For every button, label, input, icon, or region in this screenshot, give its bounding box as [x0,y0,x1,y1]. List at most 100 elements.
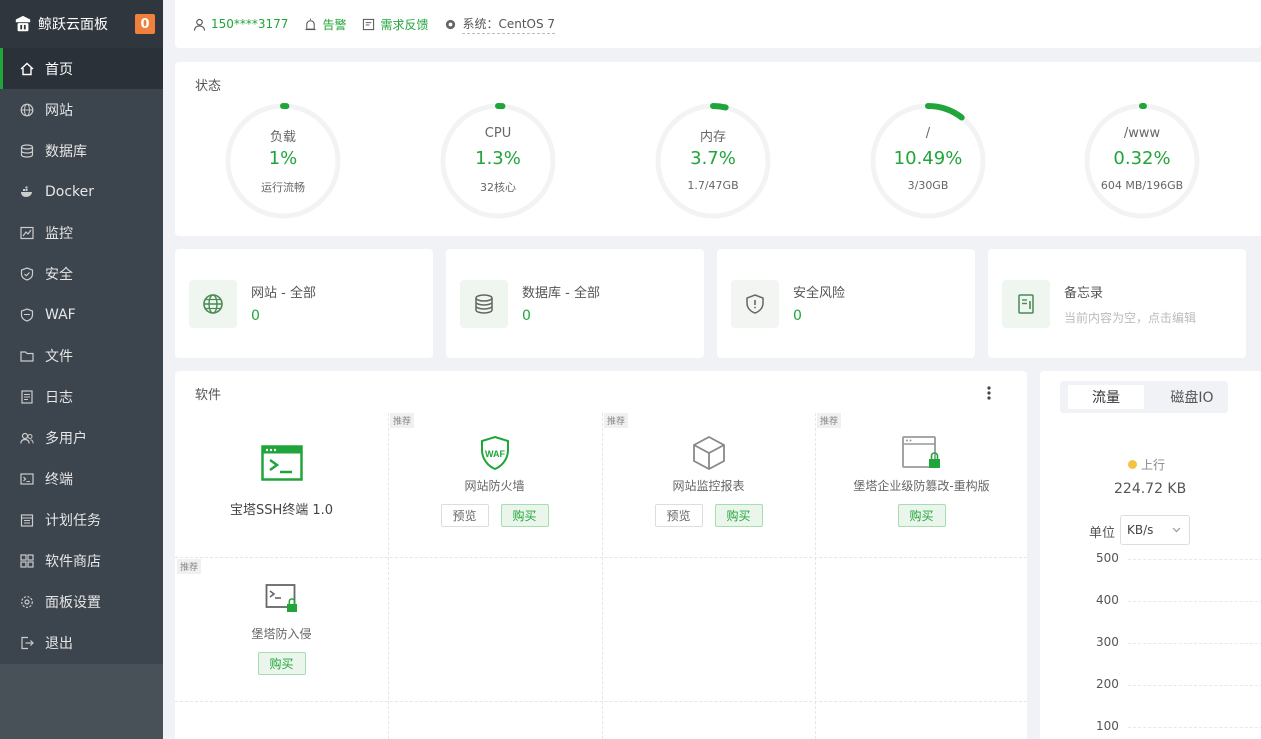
system-gear-icon [446,19,456,29]
sidebar-item-home[interactable]: 首页 [0,48,163,89]
preview-button[interactable]: 预览 [440,504,489,527]
preview-button[interactable]: 预览 [654,504,703,527]
user-account[interactable]: 150****3177 [193,17,288,31]
sidebar-item-label: 多用户 [45,430,87,447]
sidebar-item-users[interactable]: 多用户 [0,417,163,458]
tab-traffic[interactable]: 流量 [1068,385,1144,409]
card-count[interactable]: 0 [522,308,531,324]
grid-line [1128,727,1261,728]
gauge-sub: 3/30GB [907,179,949,192]
sidebar-item-label: 终端 [45,471,73,488]
folder-icon [20,349,34,363]
chevron-down-icon [1172,527,1181,533]
software-name: 堡塔防入侵 [251,627,312,641]
gauge-load[interactable]: 负载 1% 运行流畅 [224,102,342,220]
system-info: 系统：CentOS 7 [444,15,556,34]
sidebar-item-label: 数据库 [45,143,87,160]
sidebar-item-logout[interactable]: 退出 [0,622,163,663]
sidebar-item-waf[interactable]: WAF [0,294,163,335]
legend-upload[interactable]: 上行 [1128,456,1165,473]
terminal-window-icon [260,445,303,481]
alarm-icon [305,17,317,30]
system-label: 系统：CentOS 7 [462,15,556,34]
gauge-root-disk[interactable]: / 10.49% 3/30GB [869,102,987,220]
software-item-monitor-report[interactable]: 网站监控报表 预览 购买 [602,435,815,527]
sidebar-item-website[interactable]: 网站 [0,89,163,130]
buy-button[interactable]: 购买 [500,504,549,527]
legend-label: 上行 [1141,458,1166,472]
buy-button[interactable]: 购买 [257,652,306,675]
y-tick-label: 400 [1096,593,1119,607]
sidebar-item-store[interactable]: 软件商店 [0,540,163,581]
software-item-waf[interactable]: WAF 网站防火墙 预览 购买 [388,435,601,527]
tab-disk-io[interactable]: 磁盘IO [1160,385,1224,409]
card-databases[interactable]: 数据库 - 全部 0 [446,249,704,358]
sidebar-item-terminal[interactable]: 终端 [0,458,163,499]
card-count[interactable]: 0 [793,308,802,324]
software-item-anti-tamper[interactable]: 堡塔企业级防篡改-重构版 购买 [815,435,1027,527]
status-title: 状态 [195,79,222,94]
card-title: 数据库 - 全部 [522,286,600,301]
traffic-panel: 流量 磁盘IO 上行 224.72 KB 单位 KB/s 500 400 300… [1040,371,1261,739]
gauge-name: CPU [484,126,512,141]
gauge-www-disk[interactable]: /www 0.32% 604 MB/196GB [1083,102,1201,220]
gauge-name: /www [1123,126,1161,141]
software-actions: 预览 购买 [602,504,815,527]
terminal-icon [20,472,34,486]
buy-button[interactable]: 购买 [714,504,763,527]
alarm-link[interactable]: 告警 [304,16,346,33]
sidebar-item-label: 监控 [45,225,73,242]
card-title: 备忘录 [1064,286,1104,301]
gear-icon [20,595,34,609]
sidebar-item-cron[interactable]: 计划任务 [0,499,163,540]
gauge-value: 1.3% [475,148,521,169]
database-icon [20,143,34,158]
buy-button[interactable]: 购买 [897,504,946,527]
gauge-value: 3.7% [690,148,736,169]
y-tick-label: 100 [1096,719,1119,733]
globe-icon [20,103,34,117]
sidebar-item-label: 首页 [45,61,73,78]
sidebar-item-label: 软件商店 [45,553,101,570]
gauge-value: 10.49% [893,148,963,169]
waf-shield-icon: WAF [480,435,509,471]
gauge-name: / [925,126,931,141]
unit-value: KB/s [1127,523,1154,537]
sidebar-item-monitor[interactable]: 监控 [0,212,163,253]
sidebar-item-label: Docker [45,183,95,200]
sidebar-item-docker[interactable]: Docker [0,171,163,212]
sidebar-item-label: 文件 [45,348,73,365]
sidebar-nav: 首页 网站 数据库 Docker 监控 安全 WAF 文件 日志 多用户 终端 … [0,48,163,663]
card-security-risk[interactable]: 安全风险 0 [717,249,975,358]
more-options-icon[interactable] [987,385,991,401]
sidebar-item-logs[interactable]: 日志 [0,376,163,417]
sidebar-item-label: 面板设置 [45,594,101,611]
gauge-cpu[interactable]: CPU 1.3% 32核心 [439,102,557,220]
feedback-link[interactable]: 需求反馈 [362,16,428,33]
software-title: 软件 [195,388,222,403]
grid-divider [175,557,1027,558]
sidebar-item-label: 计划任务 [45,512,101,529]
card-count[interactable]: 0 [251,308,260,324]
software-name: 网站监控报表 [672,479,745,493]
legend-dot [1128,460,1137,469]
user-phone: 150****3177 [211,17,289,31]
software-item-anti-intrusion[interactable]: 堡塔防入侵 购买 [175,583,388,675]
sidebar-item-settings[interactable]: 面板设置 [0,581,163,622]
unit-select[interactable]: KB/s [1120,515,1190,545]
software-item-ssh[interactable]: 宝塔SSH终端 1.0 [175,445,388,518]
gauge-value: 0.32% [1113,148,1171,169]
sidebar-item-security[interactable]: 安全 [0,253,163,294]
y-tick-label: 200 [1096,677,1119,691]
sidebar-item-files[interactable]: 文件 [0,335,163,376]
notification-badge[interactable]: 0 [135,14,155,34]
gauge-name: 负载 [269,130,296,145]
sidebar-item-database[interactable]: 数据库 [0,130,163,171]
memo-placeholder[interactable]: 当前内容为空，点击编辑 [1064,309,1196,326]
software-name: 网站防火墙 [464,479,525,493]
card-memo[interactable]: 备忘录 当前内容为空，点击编辑 [988,249,1246,358]
calendar-icon [20,513,34,527]
card-title: 安全风险 [793,286,846,301]
card-websites[interactable]: 网站 - 全部 0 [175,249,433,358]
gauge-memory[interactable]: 内存 3.7% 1.7/47GB [654,102,772,220]
